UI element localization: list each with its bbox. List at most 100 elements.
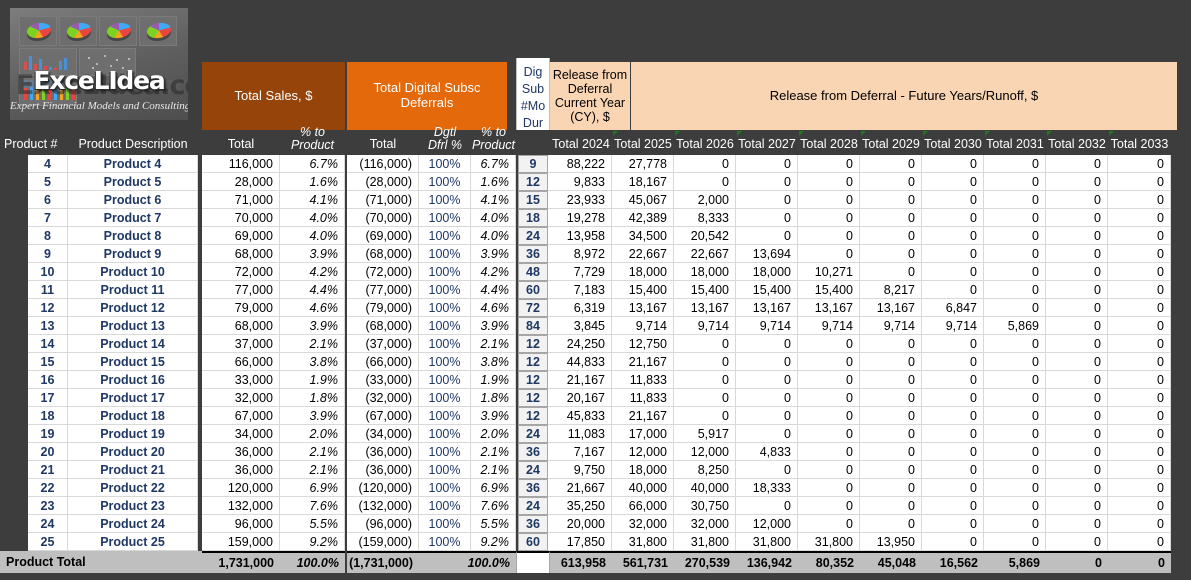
cell-total-2026[interactable]: 9,714 <box>674 317 736 335</box>
cell-digital-deferral-pct[interactable]: 100% <box>419 317 471 335</box>
cell-total-2025[interactable]: 18,167 <box>612 173 674 191</box>
cell-sales-total[interactable]: 67,000 <box>202 407 280 425</box>
cell-total-2031[interactable]: 0 <box>984 191 1046 209</box>
cell-digital-deferral-pct[interactable]: 100% <box>419 515 471 533</box>
cell-digital-deferral-pct[interactable]: 100% <box>419 425 471 443</box>
cell-total-2024[interactable]: 6,319 <box>550 299 612 317</box>
total-total-2033[interactable]: 0 <box>1108 551 1171 573</box>
total-digital-deferral-pct[interactable] <box>419 551 471 573</box>
cell-total-2032[interactable]: 0 <box>1046 317 1108 335</box>
cell-total-2025[interactable]: 13,167 <box>612 299 674 317</box>
cell-sales-pct-to-product[interactable]: 3.9% <box>280 317 345 335</box>
cell-digital-deferral-pct[interactable]: 100% <box>419 263 471 281</box>
cell-deferral-total[interactable]: (120,000) <box>347 479 419 497</box>
cell-product-number[interactable]: 12 <box>28 299 68 317</box>
cell-sales-total[interactable]: 34,000 <box>202 425 280 443</box>
cell-product-description[interactable]: Product 8 <box>68 227 198 245</box>
cell-total-2032[interactable]: 0 <box>1046 389 1108 407</box>
cell-total-2030[interactable]: 0 <box>922 515 984 533</box>
cell-total-2031[interactable]: 0 <box>984 425 1046 443</box>
cell-total-2029[interactable]: 0 <box>860 389 922 407</box>
cell-total-2025[interactable]: 66,000 <box>612 497 674 515</box>
cell-total-2026[interactable]: 13,167 <box>674 299 736 317</box>
cell-total-2025[interactable]: 22,667 <box>612 245 674 263</box>
cell-total-2025[interactable]: 21,167 <box>612 407 674 425</box>
cell-total-2032[interactable]: 0 <box>1046 263 1108 281</box>
cell-total-2029[interactable]: 0 <box>860 245 922 263</box>
cell-total-2033[interactable]: 0 <box>1108 461 1171 479</box>
total-sales[interactable]: 1,731,000 <box>202 551 280 573</box>
cell-total-2029[interactable]: 0 <box>860 479 922 497</box>
cell-total-2027[interactable]: 0 <box>736 353 798 371</box>
cell-total-2027[interactable]: 0 <box>736 389 798 407</box>
cell-total-2030[interactable]: 0 <box>922 335 984 353</box>
cell-total-2028[interactable]: 10,271 <box>798 263 860 281</box>
cell-deferral-pct-to-product[interactable]: 7.6% <box>471 497 516 515</box>
cell-total-2028[interactable]: 0 <box>798 443 860 461</box>
cell-total-2024[interactable]: 35,250 <box>550 497 612 515</box>
total-total-2025[interactable]: 561,731 <box>612 551 674 573</box>
cell-total-2029[interactable]: 8,217 <box>860 281 922 299</box>
cell-total-2032[interactable]: 0 <box>1046 299 1108 317</box>
cell-total-2032[interactable]: 0 <box>1046 335 1108 353</box>
cell-product-description[interactable]: Product 7 <box>68 209 198 227</box>
cell-sales-pct-to-product[interactable]: 6.9% <box>280 479 345 497</box>
cell-dig-sub-duration[interactable]: 24 <box>518 497 548 515</box>
cell-total-2026[interactable]: 0 <box>674 155 736 173</box>
cell-deferral-total[interactable]: (96,000) <box>347 515 419 533</box>
cell-total-2032[interactable]: 0 <box>1046 407 1108 425</box>
cell-total-2033[interactable]: 0 <box>1108 479 1171 497</box>
cell-product-description[interactable]: Product 9 <box>68 245 198 263</box>
cell-dig-sub-duration[interactable]: 12 <box>518 173 548 191</box>
cell-deferral-pct-to-product[interactable]: 6.9% <box>471 479 516 497</box>
cell-deferral-total[interactable]: (37,000) <box>347 335 419 353</box>
cell-deferral-total[interactable]: (67,000) <box>347 407 419 425</box>
cell-deferral-total[interactable]: (66,000) <box>347 353 419 371</box>
cell-dig-sub-duration[interactable]: 36 <box>518 443 548 461</box>
cell-deferral-pct-to-product[interactable]: 3.9% <box>471 317 516 335</box>
cell-total-2030[interactable]: 0 <box>922 533 984 551</box>
cell-deferral-total[interactable]: (72,000) <box>347 263 419 281</box>
cell-total-2024[interactable]: 9,833 <box>550 173 612 191</box>
cell-total-2026[interactable]: 0 <box>674 353 736 371</box>
cell-total-2024[interactable]: 19,278 <box>550 209 612 227</box>
cell-total-2026[interactable]: 32,000 <box>674 515 736 533</box>
cell-digital-deferral-pct[interactable]: 100% <box>419 371 471 389</box>
cell-dig-sub-duration[interactable]: 36 <box>518 515 548 533</box>
cell-total-2026[interactable]: 40,000 <box>674 479 736 497</box>
cell-deferral-total[interactable]: (116,000) <box>347 155 419 173</box>
cell-total-2024[interactable]: 21,167 <box>550 371 612 389</box>
cell-total-2026[interactable]: 18,000 <box>674 263 736 281</box>
cell-total-2030[interactable]: 0 <box>922 407 984 425</box>
cell-dig-sub-duration[interactable]: 15 <box>518 191 548 209</box>
cell-total-2032[interactable]: 0 <box>1046 227 1108 245</box>
cell-total-2027[interactable]: 0 <box>736 191 798 209</box>
cell-sales-total[interactable]: 32,000 <box>202 389 280 407</box>
cell-deferral-pct-to-product[interactable]: 3.9% <box>471 407 516 425</box>
cell-total-2029[interactable]: 9,714 <box>860 317 922 335</box>
total-total-2026[interactable]: 270,539 <box>674 551 736 573</box>
cell-total-2030[interactable]: 0 <box>922 191 984 209</box>
cell-total-2029[interactable]: 0 <box>860 173 922 191</box>
cell-digital-deferral-pct[interactable]: 100% <box>419 299 471 317</box>
cell-total-2029[interactable]: 0 <box>860 371 922 389</box>
cell-total-2030[interactable]: 0 <box>922 227 984 245</box>
cell-sales-total[interactable]: 69,000 <box>202 227 280 245</box>
cell-digital-deferral-pct[interactable]: 100% <box>419 209 471 227</box>
cell-deferral-pct-to-product[interactable]: 1.8% <box>471 389 516 407</box>
cell-total-2033[interactable]: 0 <box>1108 443 1171 461</box>
cell-dig-sub-duration[interactable]: 18 <box>518 209 548 227</box>
cell-sales-pct-to-product[interactable]: 9.2% <box>280 533 345 551</box>
cell-total-2029[interactable]: 13,950 <box>860 533 922 551</box>
cell-dig-sub-duration[interactable]: 60 <box>518 281 548 299</box>
cell-total-2031[interactable]: 0 <box>984 299 1046 317</box>
cell-product-description[interactable]: Product 20 <box>68 443 198 461</box>
cell-deferral-pct-to-product[interactable]: 2.1% <box>471 461 516 479</box>
cell-total-2032[interactable]: 0 <box>1046 479 1108 497</box>
cell-total-2032[interactable]: 0 <box>1046 497 1108 515</box>
cell-digital-deferral-pct[interactable]: 100% <box>419 407 471 425</box>
cell-product-description[interactable]: Product 22 <box>68 479 198 497</box>
cell-product-description[interactable]: Product 11 <box>68 281 198 299</box>
cell-total-2025[interactable]: 42,389 <box>612 209 674 227</box>
cell-total-2028[interactable]: 0 <box>798 371 860 389</box>
